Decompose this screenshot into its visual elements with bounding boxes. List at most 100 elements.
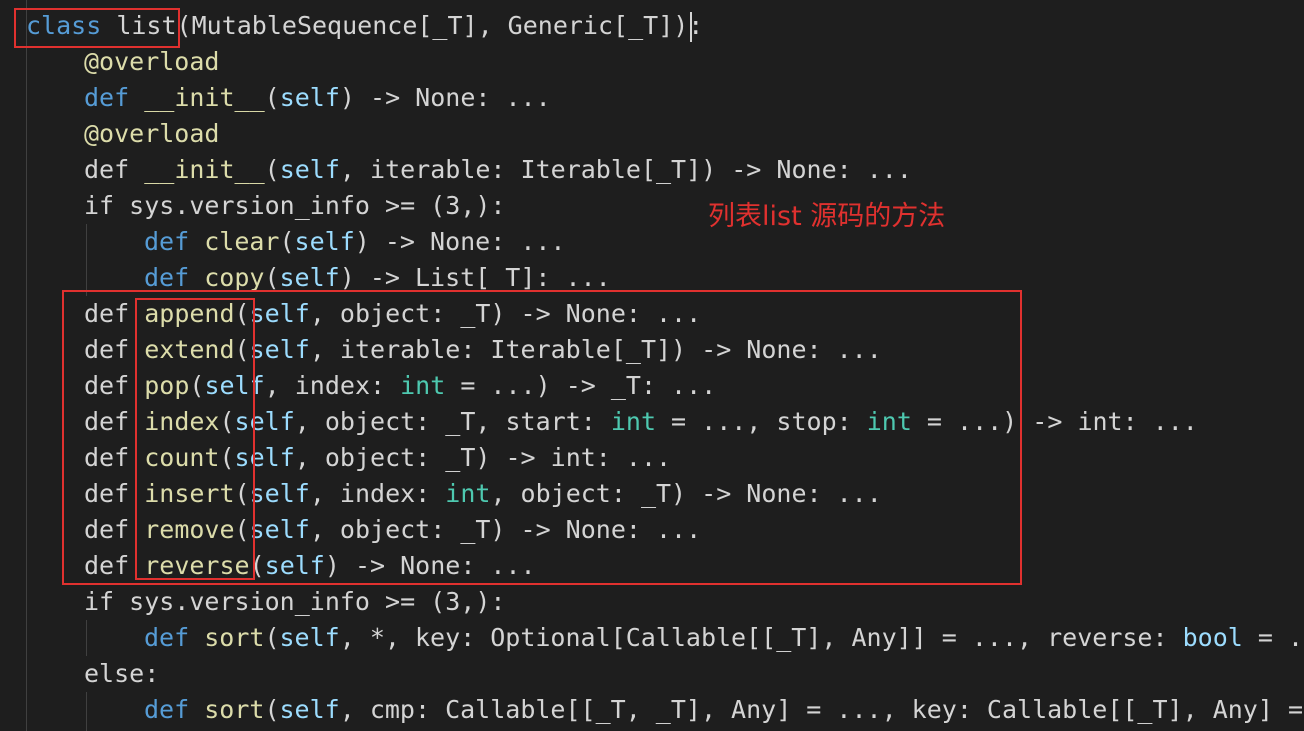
code-line[interactable]: def remove(self, object: _T) -> None: ..… — [84, 512, 701, 548]
code-token: def — [84, 299, 145, 328]
code-token: list — [116, 11, 177, 40]
code-token: def — [84, 443, 145, 472]
code-token: ) -> List[_T]: ... — [339, 263, 611, 292]
code-line[interactable]: def sort(self, cmp: Callable[[_T, _T], A… — [144, 692, 1304, 728]
code-token: __init__ — [144, 155, 265, 184]
code-line[interactable]: if sys.version_info >= (3,): — [84, 188, 505, 224]
code-editor[interactable]: class list(MutableSequence[_T], Generic[… — [0, 0, 1304, 731]
code-token: sort — [204, 695, 265, 724]
code-token: int — [866, 407, 912, 436]
code-token: , iterable: Iterable[_T]) -> None: ... — [339, 155, 912, 184]
code-token: = ...) -> int: ... — [911, 407, 1198, 436]
code-line[interactable]: def insert(self, index: int, object: _T)… — [84, 476, 882, 512]
code-line[interactable]: def copy(self) -> List[_T]: ... — [144, 260, 611, 296]
code-token: (MutableSequence[_T], Generic[_T]): — [176, 11, 704, 40]
code-token: ( — [219, 407, 235, 436]
code-token: , object: _T) -> None: ... — [309, 515, 702, 544]
code-line[interactable]: @overload — [84, 44, 219, 80]
code-line[interactable]: def sort(self, *, key: Optional[Callable… — [144, 620, 1304, 656]
code-token: ( — [219, 443, 235, 472]
code-token: ( — [249, 551, 265, 580]
code-token: int — [610, 407, 656, 436]
code-token: ( — [234, 515, 250, 544]
code-token: bool — [1182, 623, 1243, 652]
indent-guide-4 — [86, 692, 87, 731]
code-token: , object: _T) -> None: ... — [490, 479, 882, 508]
code-token: self — [279, 623, 340, 652]
indent-guide-1 — [26, 0, 27, 731]
code-line[interactable]: def __init__(self) -> None: ... — [84, 80, 551, 116]
code-token: clear — [204, 227, 280, 256]
code-token: self — [249, 479, 310, 508]
code-token: ( — [264, 263, 280, 292]
code-token: ( — [234, 479, 250, 508]
annotation-label: 列表list 源码的方法 — [708, 201, 946, 232]
code-token: append — [144, 299, 235, 328]
code-token: self — [249, 515, 310, 544]
code-line[interactable]: def __init__(self, iterable: Iterable[_T… — [84, 152, 912, 188]
code-token: def — [144, 695, 190, 724]
code-token: def — [84, 335, 145, 364]
code-token: ( — [234, 335, 250, 364]
code-token: self — [249, 335, 310, 364]
code-token: __init__ — [144, 83, 265, 112]
code-token: self — [264, 551, 325, 580]
code-token: if sys.version_info >= (3,): — [84, 191, 506, 220]
code-token: self — [234, 407, 295, 436]
code-token: , object: _T) -> int: ... — [294, 443, 672, 472]
code-token: , object: _T, start: — [294, 407, 611, 436]
code-line[interactable]: def extend(self, iterable: Iterable[_T])… — [84, 332, 882, 368]
code-token: , index: — [309, 479, 446, 508]
code-line[interactable]: def count(self, object: _T) -> int: ... — [84, 440, 671, 476]
code-line[interactable]: def reverse(self) -> None: ... — [84, 548, 536, 584]
code-token: self — [279, 83, 340, 112]
code-token: pop — [144, 371, 190, 400]
code-token: reverse — [144, 551, 250, 580]
code-line[interactable]: def clear(self) -> None: ... — [144, 224, 565, 260]
code-token: int — [400, 371, 446, 400]
code-token: self — [249, 299, 310, 328]
code-line[interactable]: class list(MutableSequence[_T], Generic[… — [26, 8, 703, 44]
code-token: class — [26, 11, 102, 40]
indent-guide-2 — [86, 224, 87, 296]
code-token: = ...) -> _T: ... — [445, 371, 717, 400]
code-token: copy — [204, 263, 265, 292]
code-line[interactable]: def pop(self, index: int = ...) -> _T: .… — [84, 368, 716, 404]
code-token: , *, key: Optional[Callable[[_T], Any]] … — [339, 623, 1183, 652]
code-token: = .. — [1257, 623, 1304, 652]
code-token: sort — [204, 623, 265, 652]
code-token: ( — [234, 299, 250, 328]
code-token: ( — [264, 623, 280, 652]
code-line[interactable]: if sys.version_info >= (3,): — [84, 584, 505, 620]
code-token: def — [84, 83, 130, 112]
code-token: def — [144, 623, 190, 652]
code-token: = ..., stop: — [656, 407, 867, 436]
code-token: def — [84, 155, 145, 184]
code-token: , cmp: Callable[[_T, _T], Any] = ..., ke… — [339, 695, 1304, 724]
code-token: def — [84, 515, 145, 544]
code-token: self — [279, 155, 340, 184]
code-token: int — [445, 479, 491, 508]
code-line[interactable]: @overload — [84, 116, 219, 152]
code-token: , index: — [264, 371, 401, 400]
code-line[interactable]: else: — [84, 656, 159, 692]
code-token: self — [279, 695, 340, 724]
code-token: ( — [279, 227, 295, 256]
code-line[interactable]: def index(self, object: _T, start: int =… — [84, 404, 1198, 440]
code-token: self — [279, 263, 340, 292]
code-token: extend — [144, 335, 235, 364]
code-token: @overload — [84, 47, 220, 76]
code-token: ( — [264, 695, 280, 724]
indent-guide-3 — [86, 620, 87, 656]
code-token: def — [84, 479, 145, 508]
code-line[interactable]: def append(self, object: _T) -> None: ..… — [84, 296, 701, 332]
code-token: , object: _T) -> None: ... — [309, 299, 702, 328]
text-cursor — [690, 12, 692, 42]
code-token: ) -> None: ... — [339, 83, 551, 112]
code-token: def — [84, 371, 145, 400]
